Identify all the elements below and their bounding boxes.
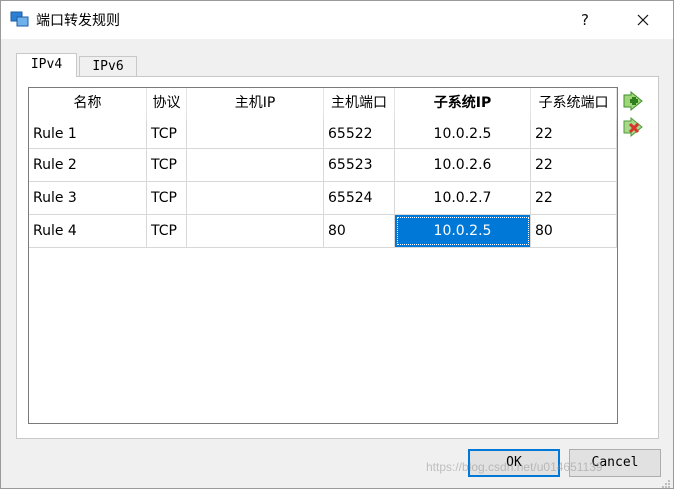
cell-host-ip[interactable] (187, 182, 324, 214)
close-button[interactable] (621, 5, 665, 35)
help-button[interactable]: ? (567, 5, 603, 35)
table-body: Rule 1 TCP 65522 10.0.2.5 22 Rule 2 TCP … (29, 119, 617, 248)
cell-guest-port[interactable]: 22 (531, 149, 617, 181)
rules-table: 名称 协议 主机IP 主机端口 子系统IP 子系统端口 Rule 1 TCP 6… (28, 87, 618, 424)
cell-protocol[interactable]: TCP (147, 182, 187, 214)
table-row[interactable]: Rule 2 TCP 65523 10.0.2.6 22 (29, 149, 617, 182)
table-row[interactable]: Rule 3 TCP 65524 10.0.2.7 22 (29, 182, 617, 215)
column-header-host-port[interactable]: 主机端口 (324, 88, 395, 119)
cell-guest-ip[interactable]: 10.0.2.5 (395, 119, 531, 148)
table-row[interactable]: Rule 1 TCP 65522 10.0.2.5 22 (29, 119, 617, 149)
table-header: 名称 协议 主机IP 主机端口 子系统IP 子系统端口 (29, 88, 617, 119)
cell-host-ip[interactable] (187, 149, 324, 181)
column-header-host-ip[interactable]: 主机IP (187, 88, 324, 119)
remove-rule-icon[interactable] (622, 116, 644, 138)
cell-host-port[interactable]: 65523 (324, 149, 395, 181)
cell-host-port[interactable]: 65524 (324, 182, 395, 214)
add-rule-icon[interactable] (622, 90, 644, 112)
cell-host-ip[interactable] (187, 119, 324, 148)
resize-grip-icon[interactable] (661, 477, 671, 488)
table-row[interactable]: Rule 4 TCP 80 10.0.2.5 80 (29, 215, 617, 248)
tab-ipv6[interactable]: IPv6 (79, 56, 137, 78)
ok-button[interactable]: OK (468, 449, 560, 477)
cancel-button[interactable]: Cancel (569, 449, 661, 477)
virtualbox-app-icon (10, 10, 30, 28)
column-header-protocol[interactable]: 协议 (147, 88, 187, 119)
cell-name[interactable]: Rule 3 (29, 182, 147, 214)
cell-guest-ip-selected[interactable]: 10.0.2.5 (395, 215, 531, 247)
cell-name[interactable]: Rule 1 (29, 119, 147, 148)
cell-guest-port[interactable]: 22 (531, 182, 617, 214)
cell-guest-port[interactable]: 22 (531, 119, 617, 148)
cell-host-ip[interactable] (187, 215, 324, 247)
cell-protocol[interactable]: TCP (147, 119, 187, 148)
column-header-guest-ip[interactable]: 子系统IP (395, 88, 531, 119)
cell-protocol[interactable]: TCP (147, 215, 187, 247)
cell-protocol[interactable]: TCP (147, 149, 187, 181)
column-header-name[interactable]: 名称 (29, 88, 147, 119)
cell-name[interactable]: Rule 4 (29, 215, 147, 247)
cell-guest-ip[interactable]: 10.0.2.6 (395, 149, 531, 181)
window-title: 端口转发规则 (36, 13, 120, 29)
tab-ipv4[interactable]: IPv4 (16, 53, 77, 77)
cell-host-port[interactable]: 65522 (324, 119, 395, 148)
cell-name[interactable]: Rule 2 (29, 149, 147, 181)
column-header-guest-port[interactable]: 子系统端口 (531, 88, 617, 119)
cell-host-port[interactable]: 80 (324, 215, 395, 247)
title-bar: 端口转发规则 ? (1, 1, 673, 39)
cell-guest-ip[interactable]: 10.0.2.7 (395, 182, 531, 214)
cell-guest-port[interactable]: 80 (531, 215, 617, 247)
port-forwarding-dialog: 端口转发规则 ? IPv4 IPv6 名称 协议 主机IP 主机端口 子系统IP… (0, 0, 674, 489)
close-icon (637, 14, 649, 26)
